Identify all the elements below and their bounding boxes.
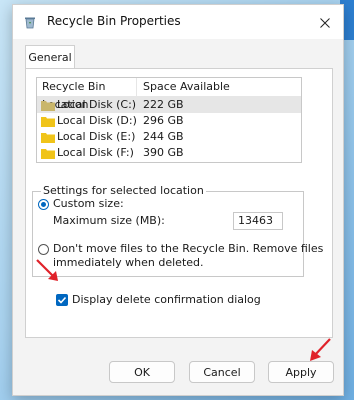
close-button[interactable] bbox=[315, 13, 335, 33]
close-icon bbox=[320, 18, 330, 28]
cancel-button[interactable]: Cancel bbox=[189, 361, 255, 383]
space-available: 390 GB bbox=[143, 146, 184, 159]
location-name: Local Disk (C:) bbox=[57, 98, 137, 111]
tab-strip: General bbox=[13, 39, 343, 69]
location-name: Local Disk (F:) bbox=[57, 146, 134, 159]
folder-icon bbox=[41, 148, 55, 159]
list-item[interactable]: Local Disk (C:) 222 GB bbox=[37, 97, 301, 113]
folder-icon bbox=[41, 132, 55, 143]
settings-group: Settings for selected location Custom si… bbox=[32, 184, 323, 277]
list-header: Recycle Bin Location Space Available bbox=[37, 78, 301, 111]
max-size-input[interactable]: 13463 bbox=[233, 212, 283, 230]
location-name: Local Disk (E:) bbox=[57, 130, 136, 143]
red-arrow-annotation bbox=[310, 338, 331, 361]
ok-button[interactable]: OK bbox=[109, 361, 175, 383]
location-name: Local Disk (D:) bbox=[57, 114, 137, 127]
dont-move-radio[interactable] bbox=[38, 244, 49, 255]
location-list[interactable]: Recycle Bin Location Space Available Loc… bbox=[36, 77, 302, 163]
folder-icon bbox=[41, 116, 55, 127]
max-size-label: Maximum size (MB): bbox=[53, 214, 165, 227]
list-item[interactable]: Local Disk (F:) 390 GB bbox=[37, 145, 301, 161]
folder-icon bbox=[41, 100, 55, 111]
custom-size-label: Custom size: bbox=[53, 197, 124, 210]
custom-size-radio[interactable] bbox=[38, 199, 49, 210]
recycle-bin-icon bbox=[25, 17, 35, 29]
recycle-bin-properties-window: Recycle Bin Properties General Recycle B… bbox=[12, 4, 344, 396]
settings-group-label: Settings for selected location bbox=[41, 184, 206, 197]
dont-move-label-line2: immediately when deleted. bbox=[53, 256, 204, 269]
tab-general[interactable]: General bbox=[25, 45, 75, 69]
list-item[interactable]: Local Disk (E:) 244 GB bbox=[37, 129, 301, 145]
title-bar: Recycle Bin Properties bbox=[13, 5, 343, 39]
dont-move-label-line1: Don't move files to the Recycle Bin. Rem… bbox=[53, 242, 324, 255]
general-tab-panel: Recycle Bin Location Space Available Loc… bbox=[25, 68, 333, 338]
window-title: Recycle Bin Properties bbox=[47, 14, 181, 28]
column-header-space[interactable]: Space Available bbox=[137, 78, 230, 96]
delete-confirmation-checkbox[interactable] bbox=[56, 294, 68, 306]
red-arrow-annotation bbox=[36, 259, 58, 281]
delete-confirmation-label: Display delete confirmation dialog bbox=[72, 293, 261, 306]
checkmark-icon bbox=[57, 296, 67, 304]
space-available: 296 GB bbox=[143, 114, 184, 127]
space-available: 244 GB bbox=[143, 130, 184, 143]
list-item[interactable]: Local Disk (D:) 296 GB bbox=[37, 113, 301, 129]
space-available: 222 GB bbox=[143, 98, 184, 111]
column-header-location[interactable]: Recycle Bin Location bbox=[37, 78, 137, 111]
